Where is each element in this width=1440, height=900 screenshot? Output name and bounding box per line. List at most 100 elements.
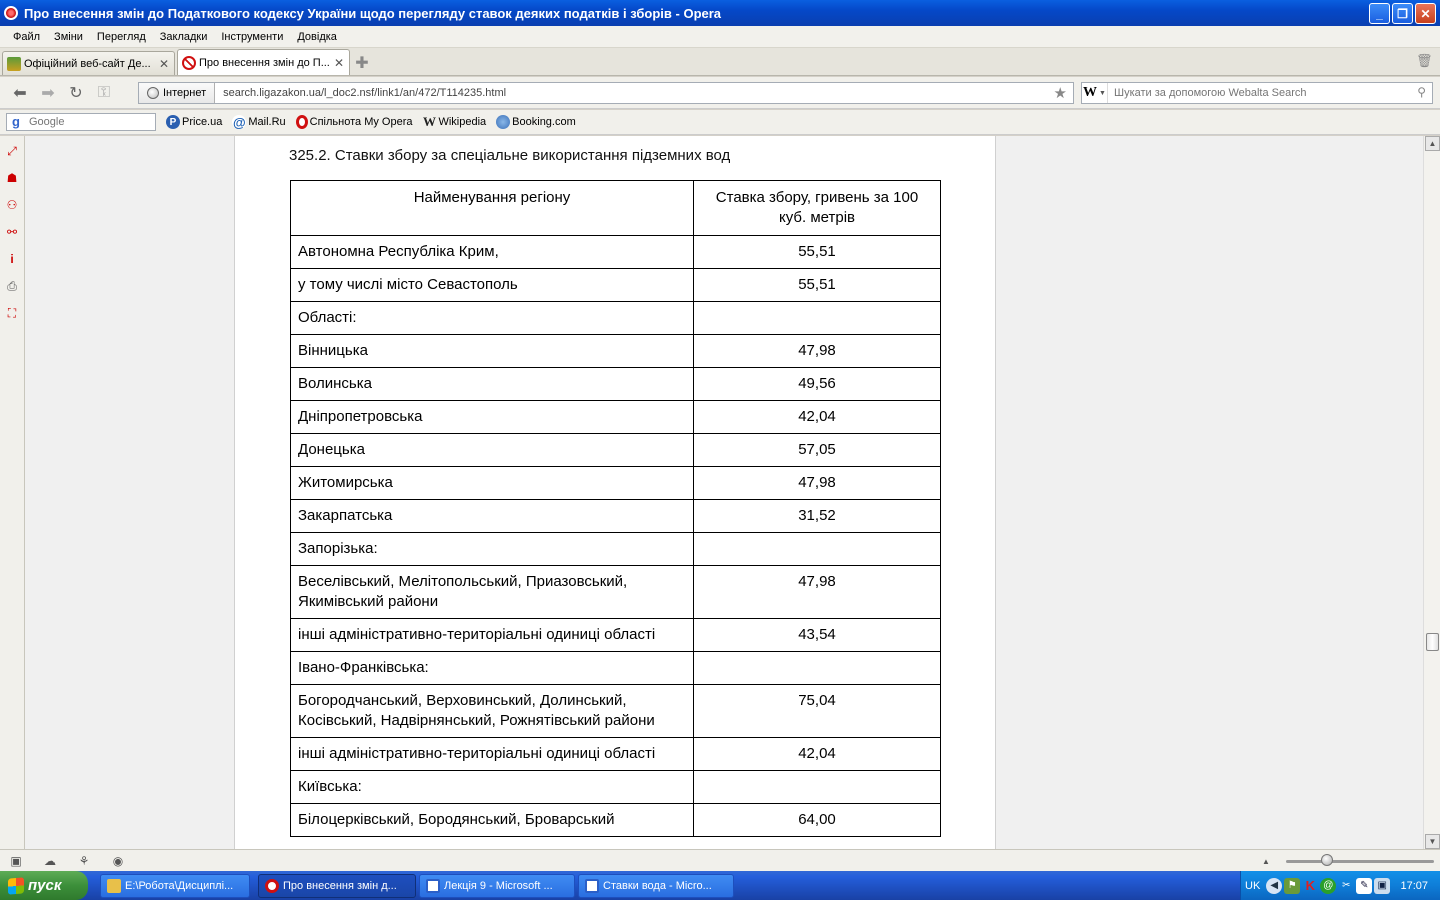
key-icon[interactable]: ⚿ bbox=[90, 81, 118, 105]
network-icon[interactable]: ⚑ bbox=[1284, 877, 1301, 894]
forward-arrow-icon[interactable]: ➡ bbox=[34, 81, 62, 105]
scroll-down-icon[interactable]: ▼ bbox=[1425, 834, 1440, 849]
security-badge[interactable]: Інтернет bbox=[139, 83, 216, 103]
bookmark-mail-ru[interactable]: @ Mail.Ru bbox=[232, 115, 286, 130]
table-row: інші адміністративно-територіальні одини… bbox=[290, 618, 941, 652]
bookmarks-panel-icon[interactable]: ☗ bbox=[4, 170, 20, 186]
close-button[interactable]: ✕ bbox=[1415, 3, 1436, 24]
bookmark-booking[interactable]: Booking.com bbox=[496, 115, 576, 129]
document-heading: 325.2. Ставки збору за спеціальне викори… bbox=[289, 147, 731, 164]
table-row: Вінницька 47,98 bbox=[290, 334, 941, 368]
region-cell: Івано-Франківська: bbox=[290, 651, 694, 685]
tab-official-site[interactable]: Офіційний веб-сайт Де... ✕ bbox=[2, 51, 175, 75]
status-bar: ▣ ☁ ⚘ ◉ ▲ bbox=[0, 849, 1440, 871]
tab-close-icon[interactable]: ✕ bbox=[158, 57, 170, 71]
cloud-icon[interactable]: ☁ bbox=[42, 853, 58, 869]
monitor-icon[interactable]: ▣ bbox=[1374, 877, 1391, 894]
tab-close-icon[interactable]: ✕ bbox=[333, 56, 345, 70]
links-panel-icon[interactable]: ⚯ bbox=[4, 224, 20, 240]
rate-cell: 64,00 bbox=[693, 803, 941, 837]
scroll-thumb[interactable] bbox=[1426, 633, 1439, 651]
sitemap-panel-icon[interactable]: ⚇ bbox=[4, 197, 20, 213]
rate-cell: 43,54 bbox=[693, 618, 941, 652]
menu-help[interactable]: Довідка bbox=[290, 31, 344, 43]
bookmark-label: Wikipedia bbox=[438, 116, 487, 128]
table-row: Житомирська 47,98 bbox=[290, 466, 941, 500]
windows-flag-icon bbox=[8, 876, 24, 895]
table-row: Івано-Франківська: bbox=[290, 651, 941, 685]
back-arrow-icon[interactable]: ⬅ bbox=[6, 81, 34, 105]
icq-icon[interactable]: @ bbox=[1320, 877, 1337, 894]
system-tray: UK ◀ ⚑ K @ ✂ ✎ ▣ 17:07 bbox=[1240, 871, 1440, 900]
booking-icon bbox=[496, 115, 511, 129]
share-panel-icon[interactable]: ⛶ bbox=[4, 305, 20, 321]
info-panel-icon[interactable]: i bbox=[4, 251, 20, 267]
zoom-slider-handle[interactable] bbox=[1321, 854, 1333, 866]
page-viewport: 325.2. Ставки збору за спеціальне викори… bbox=[25, 136, 1423, 849]
unite-icon[interactable]: ⚘ bbox=[76, 853, 92, 869]
side-panel-bar: ⤢ ☗ ⚇ ⚯ i ⎙ ⛶ bbox=[0, 136, 25, 849]
antivirus-k-icon[interactable]: K bbox=[1302, 878, 1318, 894]
tab-bar: Офіційний веб-сайт Де... ✕ Про внесення … bbox=[0, 48, 1440, 76]
pen-icon[interactable]: ✎ bbox=[1356, 877, 1373, 894]
url-text: search.ligazakon.ua/l_doc2.nsf/link1/an/… bbox=[223, 87, 507, 99]
taskbar-item-explorer[interactable]: E:\Робота\Дисциплі... bbox=[100, 874, 250, 898]
trash-icon[interactable]: 🗑 bbox=[1416, 53, 1433, 69]
table-row: Закарпатська 31,52 bbox=[290, 499, 941, 533]
bookmark-my-opera[interactable]: Спільнота My Opera bbox=[295, 115, 413, 129]
new-tab-icon[interactable]: ✚ bbox=[352, 53, 372, 73]
menu-tools[interactable]: Інструменти bbox=[214, 31, 290, 43]
tab-label: Про внесення змін до П... bbox=[199, 56, 330, 69]
bookmark-star-icon[interactable]: ★ bbox=[1054, 84, 1067, 102]
menu-file[interactable]: Файл bbox=[6, 31, 47, 43]
table-row: Області: bbox=[290, 301, 941, 335]
region-cell: інші адміністративно-територіальні одини… bbox=[290, 737, 694, 771]
search-engine-selector[interactable]: W ▼ bbox=[1082, 83, 1108, 103]
zoom-slider-track[interactable] bbox=[1286, 860, 1434, 863]
google-search-box[interactable]: g bbox=[6, 113, 156, 131]
taskbar-item-word-lecture[interactable]: Лекція 9 - Microsoft ... bbox=[419, 874, 575, 898]
turbo-icon[interactable]: ◉ bbox=[110, 853, 126, 869]
restore-button[interactable]: ❐ bbox=[1392, 3, 1413, 24]
vertical-scrollbar[interactable]: ▲ ▼ bbox=[1423, 136, 1440, 849]
tab-tax-code[interactable]: Про внесення змін до П... ✕ bbox=[177, 49, 350, 75]
bookmark-price-ua[interactable]: P Price.ua bbox=[166, 115, 222, 129]
back-circle-icon[interactable]: ◀ bbox=[1266, 877, 1283, 894]
search-field[interactable]: W▼ ⚲ bbox=[1081, 82, 1433, 104]
start-button[interactable]: пуск bbox=[0, 871, 88, 900]
address-field[interactable]: Інтернет search.ligazakon.ua/l_doc2.nsf/… bbox=[138, 82, 1074, 104]
task-label: E:\Робота\Дисциплі... bbox=[125, 880, 234, 892]
price-ua-icon: P bbox=[166, 115, 180, 129]
region-cell: Богородчанський, Верховинський, Долинськ… bbox=[290, 684, 694, 738]
taskbar-item-word-rates[interactable]: Ставки вода - Micro... bbox=[578, 874, 734, 898]
expand-panel-icon[interactable]: ⤢ bbox=[4, 143, 20, 159]
dropdown-arrow-icon: ▼ bbox=[1099, 89, 1106, 97]
menu-view[interactable]: Перегляд bbox=[90, 31, 153, 43]
reload-icon[interactable]: ↻ bbox=[62, 81, 90, 105]
windows-taskbar: пуск E:\Робота\Дисциплі... Про внесення … bbox=[0, 871, 1440, 900]
panel-toggle-icon[interactable]: ▣ bbox=[8, 853, 24, 869]
region-cell: Київська: bbox=[290, 770, 694, 804]
bookmarks-bar: g P Price.ua @ Mail.Ru Спільнота My Oper… bbox=[0, 110, 1440, 135]
document-page: 325.2. Ставки збору за спеціальне викори… bbox=[234, 136, 996, 849]
zoom-up-icon[interactable]: ▲ bbox=[1258, 853, 1274, 869]
table-row: Дніпропетровська 42,04 bbox=[290, 400, 941, 434]
search-input[interactable] bbox=[1114, 87, 1404, 99]
google-search-input[interactable] bbox=[29, 116, 149, 128]
minimize-button[interactable]: _ bbox=[1369, 3, 1390, 24]
region-cell: Автономна Республіка Крим, bbox=[290, 235, 694, 269]
bookmark-label: Спільнота My Opera bbox=[309, 116, 413, 128]
taskbar-item-opera[interactable]: Про внесення змін д... bbox=[258, 874, 416, 898]
scroll-up-icon[interactable]: ▲ bbox=[1425, 136, 1440, 151]
menu-bookmarks[interactable]: Закладки bbox=[153, 31, 215, 43]
region-cell: Дніпропетровська bbox=[290, 400, 694, 434]
window-title: Про внесення змін до Податкового кодексу… bbox=[24, 5, 722, 21]
search-icon[interactable]: ⚲ bbox=[1417, 85, 1426, 99]
bookmark-wikipedia[interactable]: W Wikipedia bbox=[422, 114, 487, 129]
print-panel-icon[interactable]: ⎙ bbox=[4, 278, 20, 294]
tools-icon[interactable]: ✂ bbox=[1338, 878, 1354, 894]
region-cell: Запорізька: bbox=[290, 532, 694, 566]
language-indicator[interactable]: UK bbox=[1245, 880, 1260, 892]
menu-edit[interactable]: Зміни bbox=[47, 31, 90, 43]
table-row: Донецька 57,05 bbox=[290, 433, 941, 467]
